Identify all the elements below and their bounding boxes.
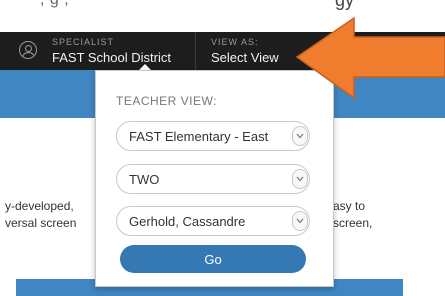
orange-callout-arrow <box>295 16 445 100</box>
screen: , g , gy SPECIALIST FAST School District… <box>0 0 445 296</box>
